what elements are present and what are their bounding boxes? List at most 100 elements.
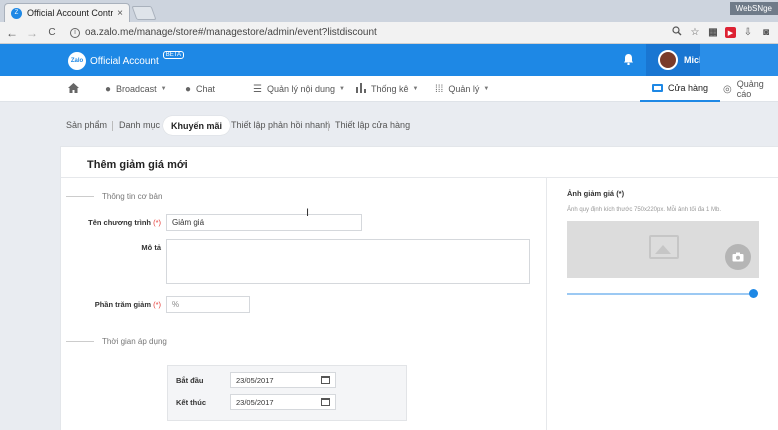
nav-manage-label: Quản lý [448,84,480,94]
zoom-icon[interactable] [671,26,683,39]
main-nav: ● Broadcast ▼ ● Chat ☰ Quản lý nội dung … [0,76,778,102]
subnav-categories[interactable]: Danh mục [119,120,160,130]
nav-content-label: Quản lý nội dung [266,84,336,94]
bookmark-star-icon[interactable]: ☆ [689,27,701,38]
tab-close-icon[interactable]: × [117,8,123,19]
site-info-icon[interactable]: i [70,27,80,38]
broadcast-icon: ● [105,83,112,95]
store-icon [652,84,663,92]
section-line [66,341,94,342]
avatar [658,50,678,70]
section-time-title: Thời gian áp dụng [102,337,167,346]
calendar-icon[interactable] [321,376,330,384]
discount-image-label-text: Ảnh giảm giá [567,189,615,198]
logo-text: Official Account [90,55,159,67]
subnav-promotions-label: Khuyến mãi [171,120,223,131]
section-basic-info: Thông tin cơ bản [66,192,162,201]
column-divider [546,178,547,430]
forward-icon[interactable]: → [24,26,40,40]
subnav-quick-reply[interactable]: Thiết lập phản hồi nhanh [231,120,330,130]
date-range-box: Bắt đầu 23/05/2017 Kết thúc 23/05/2017 [167,365,407,421]
home-button[interactable] [68,76,84,102]
title-divider [61,177,778,178]
chevron-down-icon: ▼ [160,86,167,92]
subnav-promotions[interactable]: Khuyến mãi [163,116,231,135]
bar-chart-icon [356,82,366,96]
required-mark: (*) [616,189,625,198]
app-header: Zalo Official Account BETA MicK [0,44,778,76]
percent-label-text: Phần trăm giảm [94,300,151,309]
new-tab-button[interactable] [131,6,157,20]
page-title: Thêm giảm giá mới [87,159,188,171]
subnav-store-settings[interactable]: Thiết lập cửa hàng [335,120,410,130]
store-subnav: Sản phẩm Danh mục Khuyến mãi Thiết lập p… [0,102,778,146]
extension-icon[interactable]: ▦ [707,27,719,38]
youtube-extension-icon[interactable]: ▶ [725,27,736,38]
description-label: Mô tả [141,243,161,252]
image-zoom-slider[interactable] [567,293,755,295]
end-date-input[interactable]: 23/05/2017 [230,394,336,410]
notification-bell-icon[interactable] [623,53,634,68]
beta-badge: BETA [162,51,184,59]
zalo-logo-icon: Zalo [68,52,86,70]
program-name-input[interactable]: Giảm giá [166,214,362,231]
back-icon[interactable]: ← [4,26,20,40]
nav-broadcast[interactable]: ● Broadcast ▼ [105,76,167,102]
chevron-down-icon: ▼ [339,86,345,92]
subnav-divider [112,121,113,131]
nav-ads[interactable]: ◎ Quảng cáo [723,76,778,102]
grid-icon: ⁞⁞⁞ [435,83,444,95]
start-date-label: Bắt đầu [176,376,204,385]
program-name-value: Giảm giá [172,218,205,227]
zalo-favicon-icon: Z [11,7,22,19]
percent-label: Phần trăm giảm (*) [79,300,161,309]
required-mark: (*) [153,218,161,227]
image-hint: Ảnh quy định kích thước 750x220px. Mỗi ả… [567,207,722,213]
section-time: Thời gian áp dụng [66,337,167,346]
percent-placeholder: % [172,300,180,309]
download-extension-icon[interactable]: ⇩ [742,27,754,38]
subnav-divider [328,121,329,131]
home-icon [68,82,79,96]
nav-ads-label: Quảng cáo [736,79,764,99]
window-user-label: WebSNge [729,2,778,15]
calendar-icon[interactable] [321,398,330,406]
nav-stats[interactable]: Thống kê ▼ [356,76,418,102]
nav-chat-label: Chat [196,84,216,94]
tab-title: Official Account Control [27,8,114,18]
chat-icon: ● [185,83,192,95]
zalo-oa-logo[interactable]: Zalo Official Account BETA [68,51,184,70]
camera-upload-icon[interactable] [725,244,751,270]
end-date-value: 23/05/2017 [236,397,274,407]
slider-thumb[interactable] [749,289,758,298]
nav-chat[interactable]: ● Chat [185,76,215,102]
start-date-value: 23/05/2017 [236,375,274,385]
reload-icon[interactable]: C [44,27,60,38]
image-icon [649,235,679,259]
camera-extension-icon[interactable]: ◙ [760,27,772,38]
nav-manage[interactable]: ⁞⁞⁞ Quản lý ▼ [435,76,489,102]
nav-store[interactable]: Cửa hàng [640,76,721,102]
subnav-products[interactable]: Sản phẩm [66,120,107,130]
start-date-input[interactable]: 23/05/2017 [230,372,336,388]
program-name-label-text: Tên chương trình [88,218,151,227]
url-input[interactable]: oa.zalo.me/manage/store#/managestore/adm… [85,27,671,38]
description-textarea[interactable] [166,239,530,284]
program-name-label: Tên chương trình (*) [79,218,161,227]
section-basic-title: Thông tin cơ bản [102,192,163,201]
chevron-down-icon: ▼ [483,86,490,92]
nav-stats-label: Thống kê [371,84,409,94]
required-mark: (*) [153,300,161,309]
nav-content[interactable]: ☰ Quản lý nội dung ▼ [253,76,345,102]
user-name-mask [700,44,778,76]
end-date-label: Kết thúc [176,398,206,407]
percent-input[interactable]: % [166,296,250,313]
list-icon: ☰ [253,83,262,95]
browser-tab-strip: Z Official Account Control × WebSNge [0,0,778,22]
text-cursor-icon: I [306,207,310,219]
chevron-down-icon: ▼ [412,86,419,92]
browser-tab[interactable]: Z Official Account Control × [4,3,130,22]
nav-broadcast-label: Broadcast [116,84,157,94]
ads-icon: ◎ [723,83,732,95]
image-placeholder[interactable] [567,221,759,278]
